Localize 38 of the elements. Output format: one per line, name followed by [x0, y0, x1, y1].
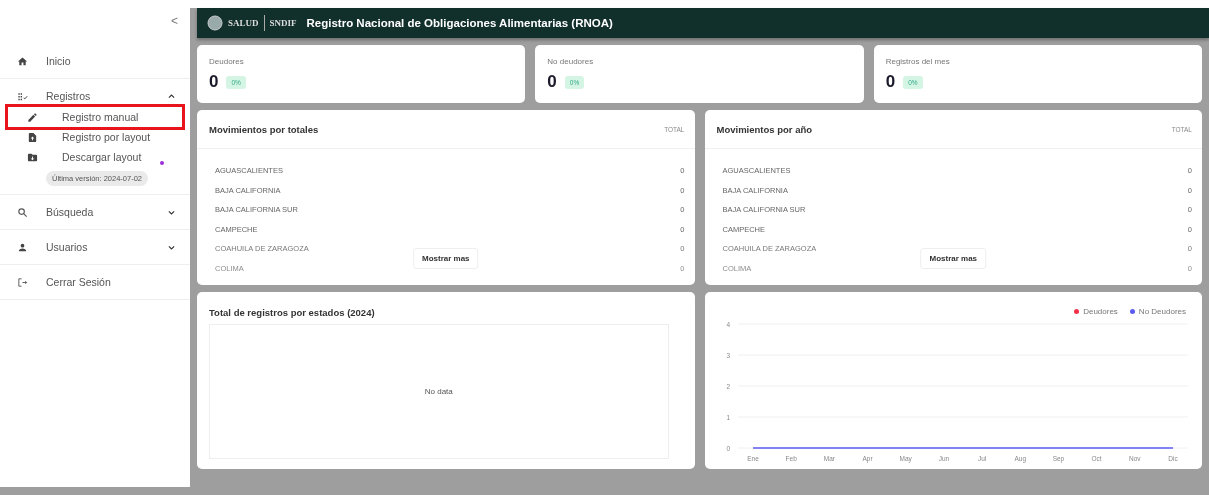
- nav-item[interactable]: Búsqueda: [0, 201, 190, 223]
- stat-value: 0: [885, 72, 896, 92]
- legend-item[interactable]: No Deudores: [1129, 307, 1186, 316]
- empty-message: No data: [424, 387, 453, 396]
- nav-subitem[interactable]: Registro por layout: [8, 127, 182, 147]
- nav-item[interactable]: Cerrar Sesión: [0, 271, 190, 293]
- chevron-up-icon: [167, 91, 176, 101]
- show-more-button[interactable]: Mostrar mas: [412, 248, 479, 269]
- stat-label: Registros del mes: [885, 57, 951, 66]
- card-title: Total de registros por estados (2024): [209, 307, 375, 318]
- app-title: Registro Nacional de Obligaciones Alimentarias (RNOA): [306, 17, 613, 29]
- card-title: Movimientos por año: [716, 123, 813, 135]
- checklist-icon: [17, 90, 28, 102]
- nav-subitem[interactable]: Registro manual: [8, 107, 182, 127]
- logo-text: SALUD: [228, 18, 259, 28]
- notification-dot: [160, 161, 164, 165]
- stat-value: 0: [547, 72, 557, 92]
- file-upload-icon: [27, 131, 38, 143]
- folder-download-icon: [27, 151, 38, 163]
- home-icon: [17, 55, 28, 67]
- stat-label: No deudores: [547, 57, 595, 66]
- legend-item[interactable]: Deudores: [1074, 307, 1118, 316]
- logout-icon: [17, 276, 28, 288]
- nav-subitem[interactable]: Descargar layout: [8, 147, 182, 167]
- nav-item[interactable]: Inicio: [0, 50, 190, 72]
- pencil-icon: [27, 111, 38, 123]
- stat-label: Deudores: [209, 57, 245, 66]
- show-more-button[interactable]: Mostrar mas: [920, 248, 987, 269]
- stat-value: 0: [209, 72, 219, 92]
- logo-text: SNDIF: [269, 18, 297, 28]
- collapse-button[interactable]: <: [171, 14, 178, 28]
- nav-item[interactable]: Usuarios: [0, 236, 190, 258]
- emblem-icon: [207, 15, 223, 31]
- logo-divider: [263, 15, 265, 31]
- nav-item[interactable]: Registros: [0, 85, 190, 107]
- user-icon: [17, 241, 28, 253]
- card-title: Movimientos por totales: [209, 123, 319, 135]
- search-icon: [17, 206, 28, 218]
